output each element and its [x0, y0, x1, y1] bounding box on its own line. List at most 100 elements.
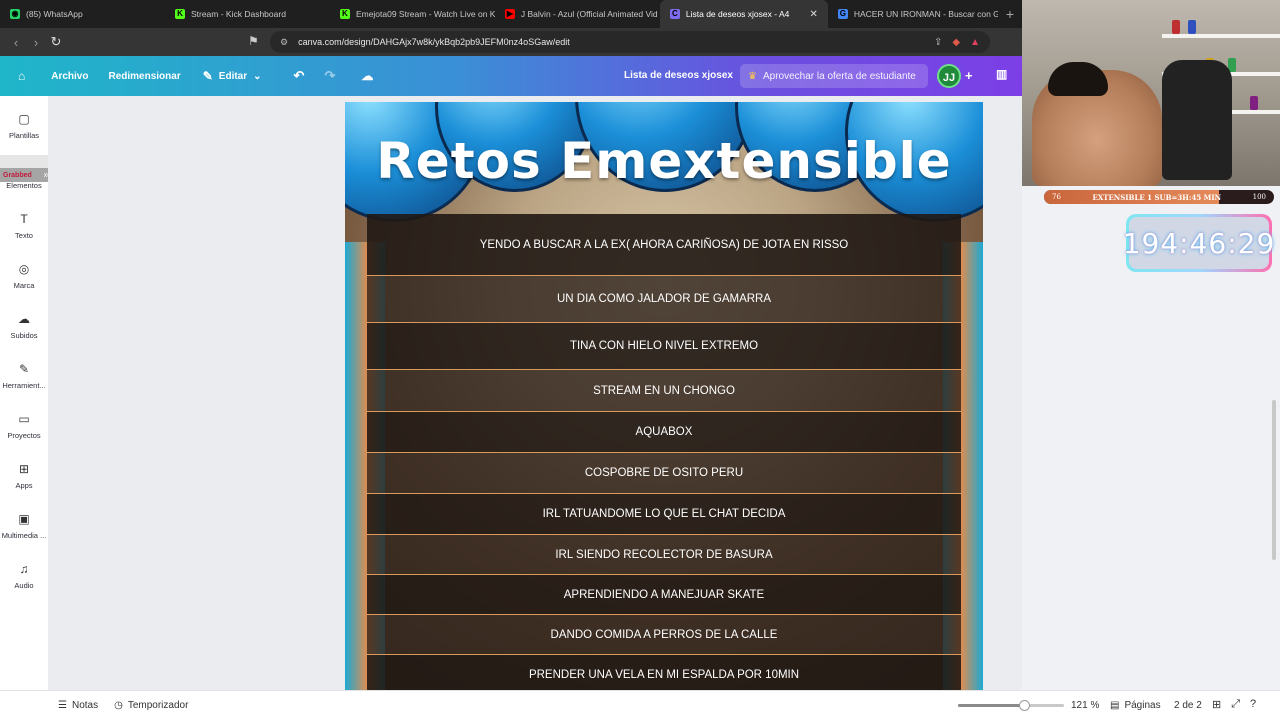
home-icon[interactable]: ⌂ [0, 69, 35, 83]
text-icon: T [20, 212, 28, 226]
templates-icon: ▢ [18, 112, 30, 126]
challenge-text: TINA CON HIELO NIVEL EXTREMO [569, 340, 759, 352]
warning-extension-icon[interactable]: ▲ [970, 37, 980, 48]
browser-tab[interactable]: ▶ J Balvin - Azul (Official Animated Vid [495, 0, 660, 28]
sidebar-item-media[interactable]: ▣ Multimedia ... [0, 512, 48, 540]
sidebar-item-folder[interactable]: ▭ Proyectos [0, 412, 48, 440]
browser-tab-strip: ◉ (85) WhatsApp K Stream - Kick Dashboard K E… [0, 0, 1022, 28]
apps-icon: ⊞ [18, 462, 30, 476]
sidebar-item-tools[interactable]: ✎ Herramient... [0, 362, 48, 390]
notes-button[interactable]: ☰ Notas [58, 700, 98, 711]
page-scrollbar[interactable] [1272, 400, 1276, 560]
browser-tab[interactable]: G HACER UN IRONMAN - Buscar con G [828, 0, 998, 28]
site-info-icon[interactable]: ⚙ [280, 37, 288, 48]
challenge-row[interactable]: DANDO COMIDA A PERROS DE LA CALLE [367, 615, 961, 655]
challenge-text: STREAM EN UN CHONGO [593, 384, 735, 397]
timer-label: Temporizador [127, 700, 189, 711]
cloud-saved-icon[interactable]: ☁ [345, 69, 383, 83]
browser-tab[interactable]: ◉ (85) WhatsApp [0, 0, 165, 28]
challenge-row[interactable]: IRL SIENDO RECOLECTOR DE BASURA [367, 535, 961, 575]
design-title[interactable]: Retos Emextensible [345, 132, 983, 190]
student-offer-label: Aprovechar la oferta de estudiante [762, 70, 916, 82]
sidebar-item-label: Marca [13, 281, 35, 290]
sub-goal-bar: 76 EXTENSIBLE 1 SUB=3H:45 MIN 100 [1044, 190, 1274, 204]
challenge-text: PRENDER UNA VELA EN MI ESPALDA POR 10MIN [528, 668, 800, 681]
challenge-row[interactable]: UN DIA COMO JALADOR DE GAMARRA [367, 276, 961, 323]
challenge-row[interactable]: STREAM EN UN CHONGO [367, 370, 961, 412]
pages-label: Páginas [1124, 700, 1161, 711]
challenge-row[interactable]: TINA CON HIELO NIVEL EXTREMO [367, 323, 961, 370]
editar-label: Editar [218, 70, 248, 82]
close-tab-icon[interactable]: ✕ [809, 9, 817, 20]
pencil-icon: ✎ [202, 69, 213, 83]
new-tab-icon[interactable]: + [998, 6, 1022, 22]
address-bar[interactable]: ⚙ canva.com/design/DAHGAjx7w8k/ykBqb2pb9… [270, 31, 990, 53]
browser-tab[interactable]: K Emejota09 Stream - Watch Live on Ki [330, 0, 495, 28]
user-avatar[interactable]: JJ [937, 64, 961, 88]
gaming-chair [1162, 60, 1232, 180]
sidebar-item-label: Herramient... [2, 381, 46, 390]
challenge-row[interactable]: PRENDER UNA VELA EN MI ESPALDA POR 10MIN [367, 655, 961, 695]
subathon-timer: 194:46:29 [1123, 214, 1274, 272]
grid-view-icon[interactable]: ⊞ [1212, 698, 1221, 711]
redo-icon[interactable]: ↷ [314, 68, 345, 84]
reload-icon[interactable]: ↻ [46, 34, 66, 50]
zoom-slider[interactable] [958, 700, 1064, 711]
document-title[interactable]: Lista de deseos xjosex [624, 70, 733, 81]
insights-icon[interactable]: ▥ [996, 67, 1007, 81]
zoom-slider-handle[interactable] [1018, 700, 1030, 711]
fullscreen-icon[interactable]: ⤢ [1231, 698, 1240, 711]
chevron-down-icon: ⌄ [253, 70, 262, 82]
screen: ◉ (85) WhatsApp K Stream - Kick Dashboard K E… [0, 0, 1280, 720]
help-icon[interactable]: ? [1250, 698, 1256, 711]
extension-icon[interactable]: ◆ [952, 37, 960, 48]
drag-chip-left: Grabbed [3, 171, 32, 179]
zoom-level[interactable]: 121 % [1071, 700, 1099, 711]
timer-icon: ◷ [114, 700, 123, 711]
student-offer-button[interactable]: ♛ Aprovechar la oferta de estudiante [740, 64, 928, 88]
share-icon[interactable]: ⇪ [934, 37, 942, 48]
undo-icon[interactable]: ↶ [272, 68, 315, 84]
sub-goal-label: EXTENSIBLE 1 SUB=3H:45 MIN [1092, 192, 1222, 202]
sidebar-item-upload[interactable]: ☁ Subidos [0, 312, 48, 340]
design-page[interactable]: Retos Emextensible YENDO A BUSCAR A LA E… [345, 102, 983, 696]
zoom-slider-fill [958, 704, 1024, 707]
sidebar-item-templates[interactable]: ▢ Plantillas [0, 112, 48, 140]
add-collaborator-icon[interactable]: + [965, 68, 973, 83]
webcam-feed [1022, 0, 1280, 186]
sidebar-item-apps[interactable]: ⊞ Apps [0, 462, 48, 490]
browser-tab-label: Emejota09 Stream - Watch Live on Ki [355, 9, 495, 19]
challenge-list: YENDO A BUSCAR A LA EX( AHORA CARIÑOSA) … [367, 214, 961, 695]
pages-icon: ▤ [1110, 700, 1120, 711]
browser-tab[interactable]: K Stream - Kick Dashboard [165, 0, 330, 28]
kick-icon: K [339, 9, 350, 19]
bookmark-icon[interactable]: ⚑ [248, 34, 259, 48]
url-text: canva.com/design/DAHGAjx7w8k/ykBqb2pb9JE… [298, 37, 570, 47]
challenge-row[interactable]: IRL TATUANDOME LO QUE EL CHAT DECIDA [367, 494, 961, 535]
challenge-text: COSPOBRE DE OSITO PERU [584, 467, 744, 479]
page-count: 2 de 2 [1174, 700, 1202, 711]
pages-button[interactable]: ▤ Páginas [1110, 700, 1161, 711]
challenge-row[interactable]: COSPOBRE DE OSITO PERU [367, 453, 961, 494]
bottom-bar: ☰ Notas ◷ Temporizador 121 % ▤ Páginas 2… [0, 690, 1280, 720]
subathon-timer-text: 194:46:29 [1123, 217, 1274, 269]
sidebar-item-brand[interactable]: ◎ Marca [0, 262, 48, 290]
archivo-menu[interactable]: Archivo [35, 71, 98, 82]
left-sidebar: ▢Plantillas◈ElementosTTexto◎Marca☁Subido… [0, 96, 48, 696]
sidebar-item-label: Plantillas [8, 131, 39, 140]
sidebar-item-text[interactable]: T Texto [0, 212, 48, 240]
forward-icon[interactable]: › [26, 35, 46, 50]
redimensionar-button[interactable]: Redimensionar [98, 71, 190, 82]
challenge-row[interactable]: AQUABOX [367, 412, 961, 453]
editar-menu[interactable]: ✎ Editar ⌄ [191, 69, 272, 83]
timer-button[interactable]: ◷ Temporizador [114, 700, 188, 711]
sidebar-item-audio[interactable]: ♫ Audio [0, 562, 48, 590]
figure [1172, 20, 1180, 34]
challenge-row[interactable]: YENDO A BUSCAR A LA EX( AHORA CARIÑOSA) … [367, 214, 961, 276]
challenge-row[interactable]: APRENDIENDO A MANEJUAR SKATE [367, 575, 961, 615]
kick-icon: K [174, 9, 185, 19]
challenge-text: UN DIA COMO JALADOR DE GAMARRA [556, 293, 772, 305]
sidebar-item-label: Audio [14, 581, 34, 590]
browser-tab[interactable]: C Lista de deseos xjosex - A4 ✕ [659, 0, 828, 28]
back-icon[interactable]: ‹ [6, 35, 26, 50]
